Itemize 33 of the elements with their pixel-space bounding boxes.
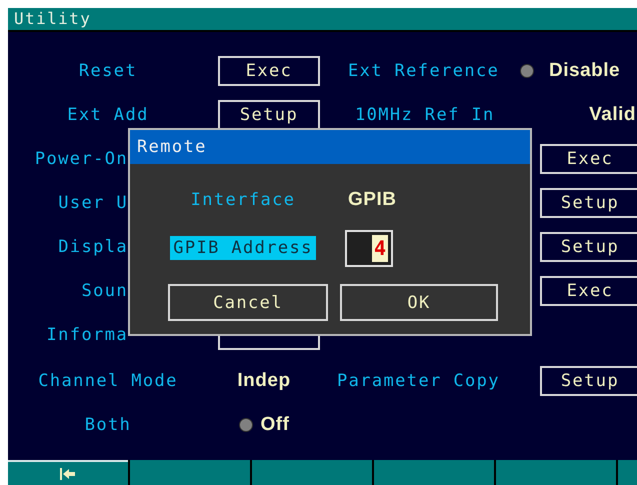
setting-value: Off <box>260 414 290 436</box>
setting-label: Both <box>84 415 132 435</box>
setting-label: Parameter Copy <box>337 371 501 391</box>
field-value: GPIB <box>347 189 396 211</box>
action-button[interactable]: Exec <box>218 56 320 86</box>
setup-button[interactable]: Setup <box>540 188 637 218</box>
exec-button[interactable]: Exec <box>540 276 637 306</box>
setting-value: Indep <box>237 370 291 392</box>
setting-label: User U <box>58 193 128 213</box>
back-arrow-icon <box>60 468 76 480</box>
setting-label: Ext Reference <box>348 61 500 81</box>
dialog-title: Remote <box>130 130 530 164</box>
exec-button[interactable]: Exec <box>540 144 637 174</box>
softkey[interactable] <box>8 460 128 485</box>
address-field[interactable]: 4 <box>345 230 393 266</box>
window-title: Utility <box>8 8 637 32</box>
setting-value: Valid <box>589 104 636 126</box>
setting-label: Soun <box>81 281 128 301</box>
ok-button[interactable]: OK <box>340 284 498 321</box>
setup-button[interactable]: Setup <box>540 366 637 396</box>
setting-value: Disable <box>548 60 620 82</box>
setup-button[interactable]: Setup <box>540 232 637 262</box>
setting-label: 10MHz Ref In <box>354 105 496 125</box>
action-button[interactable]: Setup <box>218 100 320 130</box>
setting-label: Channel Mode <box>38 371 178 391</box>
field-label[interactable]: Interface <box>188 188 298 212</box>
setting-label: Displa <box>58 237 128 257</box>
setting-label: Reset <box>78 61 138 81</box>
field-label[interactable]: GPIB Address <box>170 236 316 260</box>
setting-label: Power-On <box>34 149 128 169</box>
setting-label: Informa <box>46 325 128 345</box>
cancel-button[interactable]: Cancel <box>168 284 328 321</box>
setting-label: Ext Add <box>67 105 149 125</box>
